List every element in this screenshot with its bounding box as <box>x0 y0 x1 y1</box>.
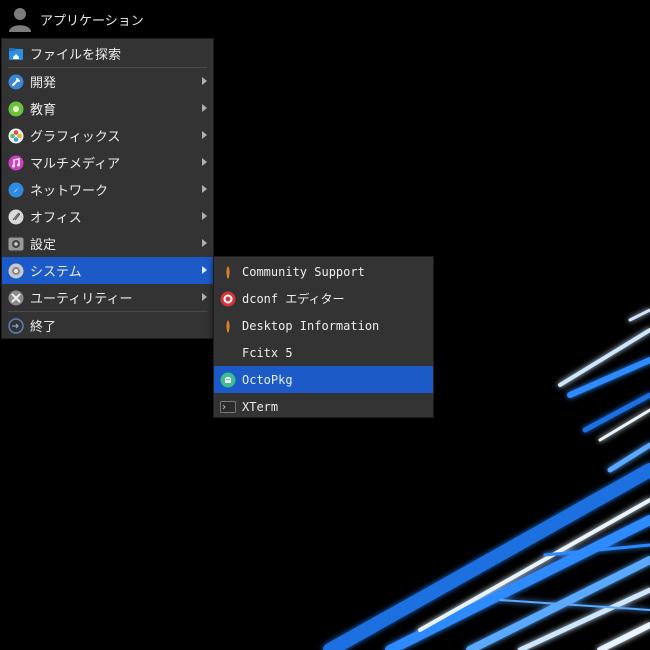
submenu-arrow-icon <box>202 239 207 247</box>
menu-item-system[interactable]: システム <box>2 257 213 284</box>
development-icon <box>8 74 24 90</box>
desktop[interactable]: アプリケーション ファイルを探索 開発 教育 グラフィックス マルチメディア ネ… <box>0 0 650 650</box>
system-icon <box>8 263 24 279</box>
submenu-arrow-icon <box>202 158 207 166</box>
menu-item-label: 開発 <box>30 76 57 91</box>
submenu-item-xterm[interactable]: XTerm <box>214 393 433 420</box>
menu-item-label: 設定 <box>30 238 57 253</box>
submenu-item-label: Desktop Information <box>242 318 380 333</box>
submenu-arrow-icon <box>202 131 207 139</box>
submenu-arrow-icon <box>202 77 207 85</box>
graphics-icon <box>8 128 24 144</box>
submenu-arrow-icon <box>202 293 207 301</box>
submenu-item-label: Fcitx 5 <box>242 345 293 360</box>
utilities-icon <box>8 290 24 306</box>
rocket-icon <box>220 264 236 280</box>
submenu-arrow-icon <box>202 185 207 193</box>
octopkg-icon <box>220 372 236 388</box>
terminal-icon <box>220 399 236 415</box>
user-icon <box>9 8 31 32</box>
menu-item-education[interactable]: 教育 <box>2 95 213 122</box>
menu-item-network[interactable]: ネットワーク <box>2 176 213 203</box>
submenu-item-label: dconf エディター <box>242 292 345 306</box>
menu-item-label: マルチメディア <box>30 157 121 172</box>
menu-item-development[interactable]: 開発 <box>2 68 213 95</box>
submenu-item-octopkg[interactable]: OctoPkg <box>214 366 433 393</box>
education-icon <box>8 101 24 117</box>
menu-item-multimedia[interactable]: マルチメディア <box>2 149 213 176</box>
menu-item-graphics[interactable]: グラフィックス <box>2 122 213 149</box>
menu-item-file-explorer[interactable]: ファイルを探索 <box>2 40 213 67</box>
menu-item-label: システム <box>30 265 82 280</box>
submenu-item-label: XTerm <box>242 399 279 414</box>
submenu-item-community-support[interactable]: Community Support <box>214 258 433 285</box>
submenu-item-label: Community Support <box>242 264 365 279</box>
settings-icon <box>8 236 24 252</box>
menu-item-label: オフィス <box>30 211 82 226</box>
menu-item-utilities[interactable]: ユーティリティー <box>2 284 213 311</box>
system-submenu: Community Support dconf エディター Desktop In… <box>213 256 434 418</box>
menu-item-label: グラフィックス <box>30 130 121 145</box>
logout-icon <box>8 317 24 334</box>
network-icon <box>8 182 24 198</box>
submenu-item-label: OctoPkg <box>242 372 293 387</box>
applications-menu: ファイルを探索 開発 教育 グラフィックス マルチメディア ネットワーク オフィ… <box>1 38 214 339</box>
submenu-arrow-icon <box>202 266 207 274</box>
menu-item-label: 終了 <box>30 320 57 335</box>
menu-item-label: ファイルを探索 <box>30 48 122 63</box>
submenu-item-fcitx5[interactable]: Fcitx 5 <box>214 339 433 366</box>
submenu-item-dconf-editor[interactable]: dconf エディター <box>214 285 433 312</box>
rocket-icon <box>220 318 236 334</box>
applications-label: アプリケーション <box>40 13 144 29</box>
applications-menu-button[interactable]: アプリケーション <box>4 4 148 34</box>
blank-icon <box>220 345 236 361</box>
menu-item-label: 教育 <box>30 103 57 118</box>
submenu-arrow-icon <box>202 104 207 112</box>
submenu-item-desktop-information[interactable]: Desktop Information <box>214 312 433 339</box>
multimedia-icon <box>8 155 24 171</box>
menu-item-label: ユーティリティー <box>30 292 133 307</box>
menu-item-office[interactable]: オフィス <box>2 203 213 230</box>
folder-home-icon <box>8 46 24 62</box>
office-icon <box>8 209 24 225</box>
menu-item-logout[interactable]: 終了 <box>2 312 213 339</box>
submenu-arrow-icon <box>202 212 207 220</box>
menu-item-settings[interactable]: 設定 <box>2 230 213 257</box>
menu-item-label: ネットワーク <box>30 184 109 199</box>
dconf-icon <box>220 291 236 307</box>
